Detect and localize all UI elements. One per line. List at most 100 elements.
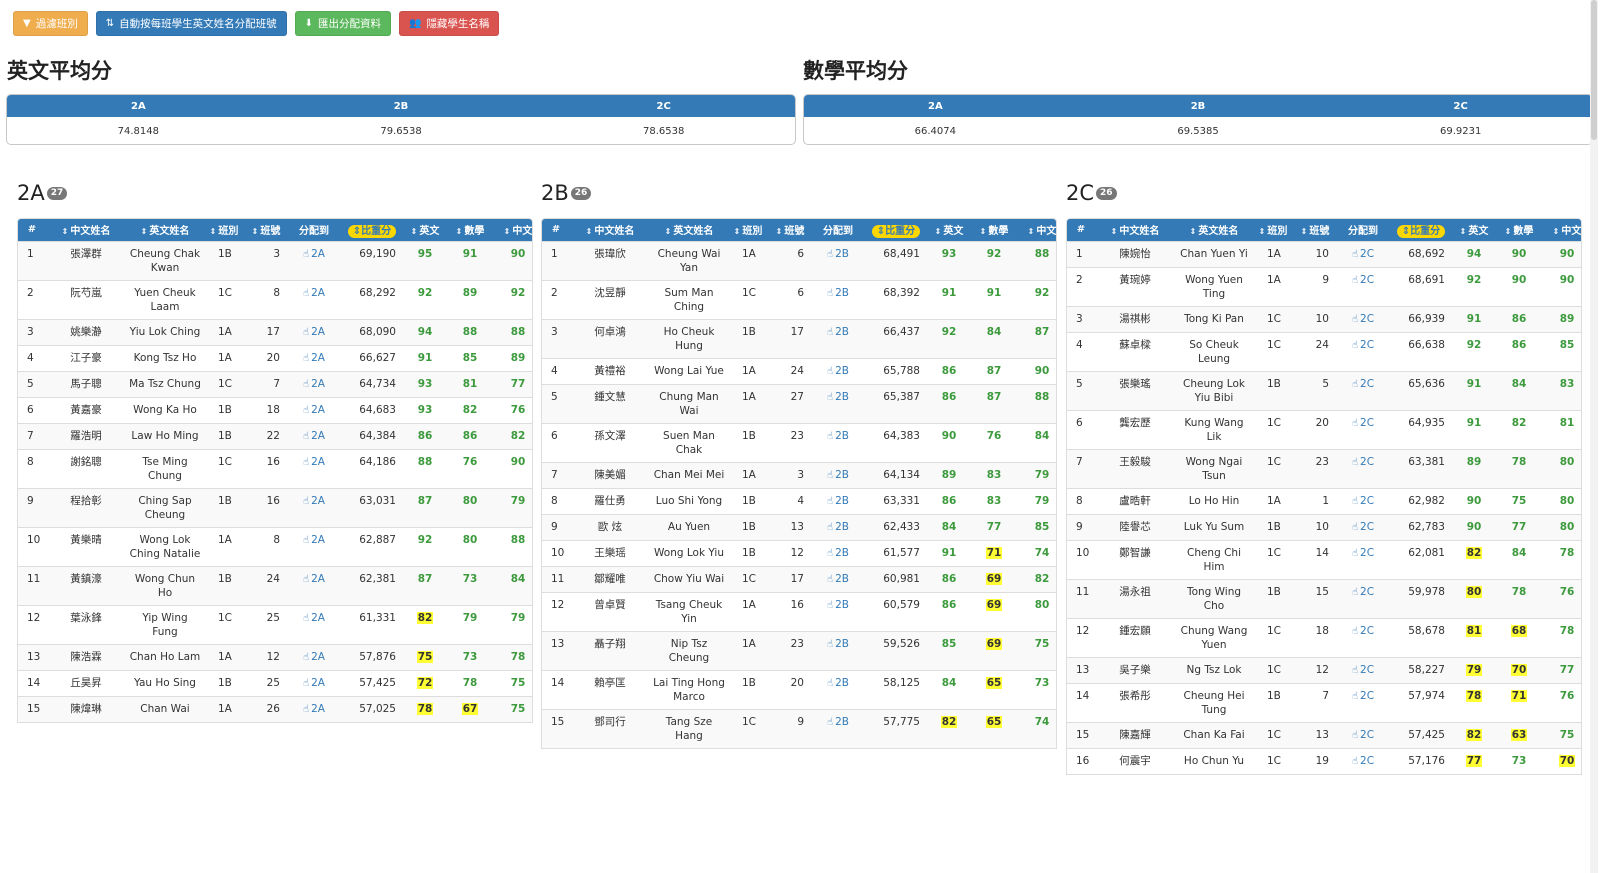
assigned-class[interactable]: ☝ 2A <box>288 396 340 423</box>
assign-link[interactable]: ☝ 2C <box>1352 521 1374 533</box>
column-header[interactable]: ⇕ 班別 <box>728 219 768 241</box>
scrollbar-thumb[interactable] <box>1591 0 1597 140</box>
assigned-class[interactable]: ☝ 2C <box>1337 656 1389 683</box>
assign-link[interactable]: ☝ 2C <box>1352 417 1374 429</box>
sort-icon[interactable]: ⇕ <box>776 227 783 236</box>
export-button[interactable]: ⬇ 匯出分配資料 <box>294 11 391 36</box>
assigned-class[interactable]: ☝ 2A <box>288 240 340 280</box>
assigned-class[interactable]: ☝ 2A <box>288 344 340 371</box>
assign-link[interactable]: ☝ 2B <box>827 677 849 689</box>
column-header[interactable]: ⇕ 班號 <box>1293 219 1337 241</box>
sort-icon[interactable]: ⇕ <box>980 227 987 236</box>
assign-link[interactable]: ☝ 2C <box>1352 248 1374 260</box>
page-scrollbar[interactable] <box>1590 0 1598 873</box>
assign-link[interactable]: ☝ 2A <box>303 248 325 260</box>
assign-link[interactable]: ☝ 2C <box>1352 495 1374 507</box>
assigned-class[interactable]: ☝ 2A <box>288 604 340 644</box>
assign-link[interactable]: ☝ 2B <box>827 638 849 650</box>
assign-link[interactable]: ☝ 2B <box>827 391 849 403</box>
assign-link[interactable]: ☝ 2A <box>303 495 325 507</box>
assign-link[interactable]: ☝ 2C <box>1352 339 1374 351</box>
assigned-class[interactable]: ☝ 2C <box>1337 747 1389 774</box>
assign-link[interactable]: ☝ 2C <box>1352 729 1374 741</box>
assign-link[interactable]: ☝ 2C <box>1352 378 1374 390</box>
assigned-class[interactable]: ☝ 2C <box>1337 266 1389 306</box>
assign-link[interactable]: ☝ 2B <box>827 365 849 377</box>
assigned-class[interactable]: ☝ 2C <box>1337 240 1389 267</box>
column-header[interactable]: ⇕比重分 <box>340 219 404 241</box>
assigned-class[interactable]: ☝ 2C <box>1337 721 1389 748</box>
assigned-class[interactable]: ☝ 2C <box>1337 487 1389 514</box>
sort-icon[interactable]: ⇕ <box>252 227 259 236</box>
assign-link[interactable]: ☝ 2A <box>303 456 325 468</box>
assign-link[interactable]: ☝ 2B <box>827 248 849 260</box>
column-header[interactable]: ⇕ 英文 <box>404 219 446 241</box>
assign-link[interactable]: ☝ 2B <box>827 547 849 559</box>
sort-icon[interactable]: ⇕ <box>1190 227 1197 236</box>
assigned-class[interactable]: ☝ 2C <box>1337 370 1389 410</box>
sort-active-pill[interactable]: ⇕比重分 <box>347 225 397 239</box>
assign-link[interactable]: ☝ 2A <box>303 703 325 715</box>
assigned-class[interactable]: ☝ 2B <box>812 357 864 384</box>
assigned-class[interactable]: ☝ 2C <box>1337 617 1389 657</box>
assigned-class[interactable]: ☝ 2A <box>288 643 340 670</box>
column-header[interactable]: ⇕ 英文 <box>1453 219 1495 241</box>
assigned-class[interactable]: ☝ 2A <box>288 279 340 319</box>
sort-icon[interactable]: ⇕ <box>1259 227 1266 236</box>
assigned-class[interactable]: ☝ 2B <box>812 565 864 592</box>
sort-icon[interactable]: ⇕ <box>504 227 511 236</box>
column-header[interactable]: ⇕ 中文 <box>1543 219 1581 241</box>
assign-link[interactable]: ☝ 2A <box>303 534 325 546</box>
assign-link[interactable]: ☝ 2A <box>303 326 325 338</box>
column-header[interactable]: ⇕ 班號 <box>244 219 288 241</box>
sort-icon[interactable]: ⇕ <box>411 227 418 236</box>
assigned-class[interactable]: ☝ 2A <box>288 318 340 345</box>
assigned-class[interactable]: ☝ 2C <box>1337 409 1389 449</box>
column-header[interactable]: ⇕ 英文姓名 <box>1175 219 1253 241</box>
assigned-class[interactable]: ☝ 2C <box>1337 305 1389 332</box>
assign-link[interactable]: ☝ 2A <box>303 677 325 689</box>
sort-icon[interactable]: ⇕ <box>1553 227 1560 236</box>
column-header[interactable]: ⇕ 中文姓名 <box>1095 219 1175 241</box>
assigned-class[interactable]: ☝ 2B <box>812 279 864 319</box>
filter-class-button[interactable]: ▼ 過濾班別 <box>13 11 88 36</box>
assigned-class[interactable]: ☝ 2A <box>288 422 340 449</box>
assigned-class[interactable]: ☝ 2C <box>1337 682 1389 722</box>
sort-icon[interactable]: ⇕ <box>210 227 217 236</box>
assign-link[interactable]: ☝ 2A <box>303 612 325 624</box>
sort-icon[interactable]: ⇕ <box>1505 227 1512 236</box>
sort-icon[interactable]: ⇕ <box>734 227 741 236</box>
assign-link[interactable]: ☝ 2A <box>303 378 325 390</box>
assigned-class[interactable]: ☝ 2C <box>1337 448 1389 488</box>
assign-link[interactable]: ☝ 2C <box>1352 547 1374 559</box>
sort-icon[interactable]: ⇕ <box>62 227 69 236</box>
sort-icon[interactable]: ⇕ <box>1460 227 1467 236</box>
assign-link[interactable]: ☝ 2C <box>1352 313 1374 325</box>
sort-active-pill[interactable]: ⇕比重分 <box>1396 225 1446 239</box>
assigned-class[interactable]: ☝ 2B <box>812 630 864 670</box>
sort-active-pill[interactable]: ⇕比重分 <box>871 225 921 239</box>
assign-link[interactable]: ☝ 2A <box>303 352 325 364</box>
sort-icon[interactable]: ⇕ <box>586 227 593 236</box>
assign-link[interactable]: ☝ 2C <box>1352 690 1374 702</box>
assigned-class[interactable]: ☝ 2B <box>812 669 864 709</box>
assign-link[interactable]: ☝ 2C <box>1352 625 1374 637</box>
assign-link[interactable]: ☝ 2B <box>827 326 849 338</box>
column-header[interactable]: ⇕ 中文 <box>494 219 532 241</box>
assigned-class[interactable]: ☝ 2C <box>1337 331 1389 371</box>
column-header[interactable]: ⇕ 英文 <box>928 219 970 241</box>
assigned-class[interactable]: ☝ 2B <box>812 383 864 423</box>
assign-link[interactable]: ☝ 2C <box>1352 664 1374 676</box>
assign-link[interactable]: ☝ 2B <box>827 573 849 585</box>
assigned-class[interactable]: ☝ 2B <box>812 513 864 540</box>
assigned-class[interactable]: ☝ 2B <box>812 539 864 566</box>
column-header[interactable]: ⇕ 班別 <box>204 219 244 241</box>
sort-icon[interactable]: ⇕ <box>1301 227 1308 236</box>
column-header[interactable]: ⇕ 數學 <box>446 219 494 241</box>
assign-link[interactable]: ☝ 2C <box>1352 456 1374 468</box>
sort-icon[interactable]: ⇕ <box>665 227 672 236</box>
assigned-class[interactable]: ☝ 2A <box>288 370 340 397</box>
column-header[interactable]: ⇕ 中文 <box>1018 219 1056 241</box>
sort-icon[interactable]: ⇕ <box>1028 227 1035 236</box>
assign-link[interactable]: ☝ 2A <box>303 573 325 585</box>
